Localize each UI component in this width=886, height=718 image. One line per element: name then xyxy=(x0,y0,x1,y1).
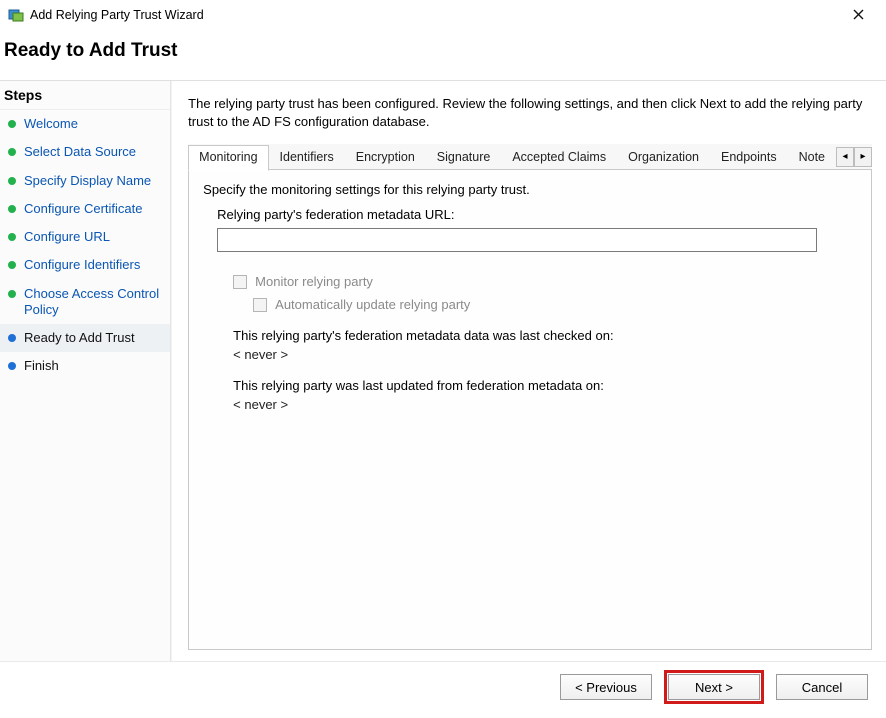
bullet-icon xyxy=(8,120,16,128)
monitoring-hint: Specify the monitoring settings for this… xyxy=(203,182,857,197)
tab-scroll-nav: ◂ ▸ xyxy=(836,144,872,169)
tab-monitoring[interactable]: Monitoring xyxy=(188,145,268,171)
app-icon xyxy=(8,7,24,23)
last-checked-value: < never > xyxy=(233,347,857,362)
step-specify-display-name[interactable]: Specify Display Name xyxy=(0,167,170,195)
metadata-url-input[interactable] xyxy=(217,228,817,252)
bullet-icon xyxy=(8,261,16,269)
step-configure-certificate[interactable]: Configure Certificate xyxy=(0,195,170,223)
bullet-icon xyxy=(8,362,16,370)
step-label: Configure Certificate xyxy=(24,201,143,217)
close-button[interactable] xyxy=(838,1,878,29)
wizard-buttons: < Previous Next > Cancel xyxy=(0,661,886,712)
step-label: Configure URL xyxy=(24,229,110,245)
auto-update-checkbox-row: Automatically update relying party xyxy=(253,297,857,312)
step-label: Ready to Add Trust xyxy=(24,330,135,346)
step-welcome[interactable]: Welcome xyxy=(0,110,170,138)
last-checked-label: This relying party's federation metadata… xyxy=(233,328,857,343)
step-label: Welcome xyxy=(24,116,78,132)
bullet-icon xyxy=(8,290,16,298)
cancel-button[interactable]: Cancel xyxy=(776,674,868,700)
step-label: Finish xyxy=(24,358,59,374)
step-choose-access-control-policy[interactable]: Choose Access Control Policy xyxy=(0,280,170,325)
auto-update-checkbox[interactable] xyxy=(253,298,267,312)
tab-encryption[interactable]: Encryption xyxy=(345,145,426,171)
tab-accepted-claims[interactable]: Accepted Claims xyxy=(501,145,617,171)
steps-header: Steps xyxy=(0,81,170,110)
intro-text: The relying party trust has been configu… xyxy=(188,95,872,130)
bullet-icon xyxy=(8,177,16,185)
last-updated-label: This relying party was last updated from… xyxy=(233,378,857,393)
step-label: Specify Display Name xyxy=(24,173,151,189)
tab-endpoints[interactable]: Endpoints xyxy=(710,145,788,171)
tab-identifiers[interactable]: Identifiers xyxy=(269,145,345,171)
previous-button[interactable]: < Previous xyxy=(560,674,652,700)
last-updated-value: < never > xyxy=(233,397,857,412)
next-button[interactable]: Next > xyxy=(668,674,760,700)
auto-update-checkbox-label: Automatically update relying party xyxy=(275,297,470,312)
titlebar: Add Relying Party Trust Wizard xyxy=(0,0,886,30)
tab-scroll-right-button[interactable]: ▸ xyxy=(854,147,872,167)
tab-organization[interactable]: Organization xyxy=(617,145,710,171)
monitor-checkbox-row: Monitor relying party xyxy=(233,274,857,289)
monitor-checkbox[interactable] xyxy=(233,275,247,289)
bullet-icon xyxy=(8,148,16,156)
page-title: Ready to Add Trust xyxy=(0,30,886,80)
step-label: Choose Access Control Policy xyxy=(24,286,164,319)
step-label: Select Data Source xyxy=(24,144,136,160)
step-finish[interactable]: Finish xyxy=(0,352,170,380)
bullet-icon xyxy=(8,334,16,342)
tab-scroll-left-button[interactable]: ◂ xyxy=(836,147,854,167)
step-select-data-source[interactable]: Select Data Source xyxy=(0,138,170,166)
tab-signature[interactable]: Signature xyxy=(426,145,502,171)
step-ready-to-add-trust[interactable]: Ready to Add Trust xyxy=(0,324,170,352)
bullet-icon xyxy=(8,205,16,213)
main-panel: The relying party trust has been configu… xyxy=(171,81,886,661)
window-title: Add Relying Party Trust Wizard xyxy=(30,8,838,22)
step-label: Configure Identifiers xyxy=(24,257,140,273)
step-configure-url[interactable]: Configure URL xyxy=(0,223,170,251)
step-configure-identifiers[interactable]: Configure Identifiers xyxy=(0,251,170,279)
bullet-icon xyxy=(8,233,16,241)
steps-sidebar: Steps Welcome Select Data Source Specify… xyxy=(0,81,171,661)
tab-content-monitoring: Specify the monitoring settings for this… xyxy=(188,170,872,650)
tab-notes[interactable]: Note xyxy=(788,145,836,171)
metadata-url-label: Relying party's federation metadata URL: xyxy=(217,207,857,222)
monitor-checkbox-label: Monitor relying party xyxy=(255,274,373,289)
wizard-body: Steps Welcome Select Data Source Specify… xyxy=(0,80,886,661)
tabstrip: Monitoring Identifiers Encryption Signat… xyxy=(188,144,872,170)
